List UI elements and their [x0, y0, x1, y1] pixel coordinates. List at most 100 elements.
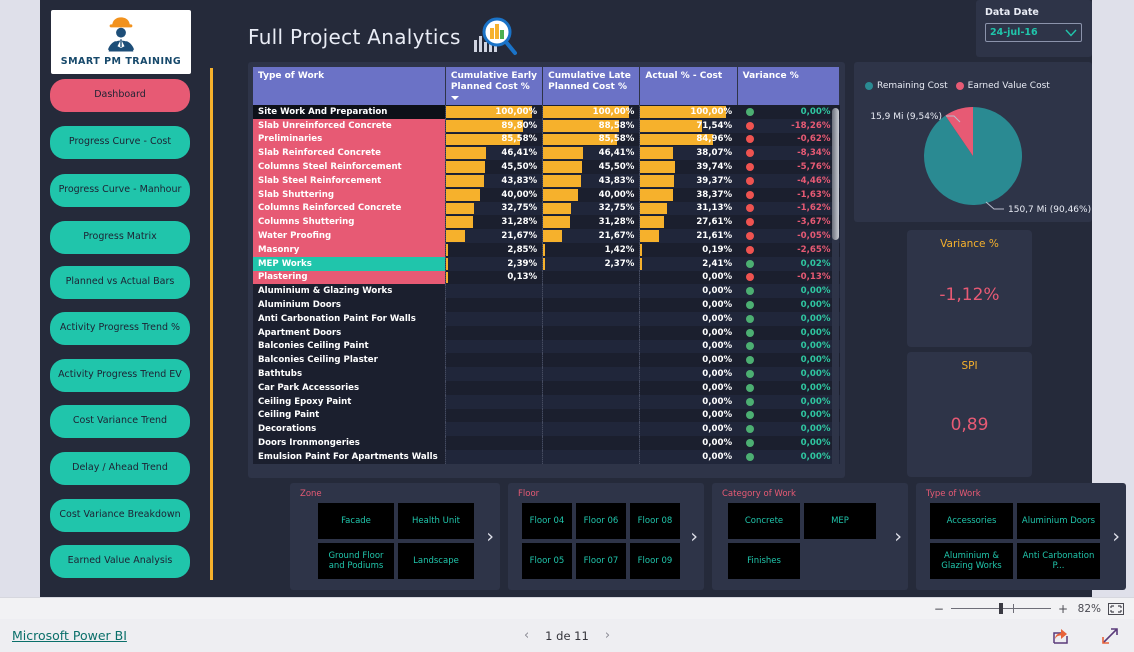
pie-legend: Remaining Cost Earned Value Cost — [865, 81, 1050, 91]
fit-to-page-icon[interactable] — [1108, 602, 1124, 615]
slicer-tile[interactable]: Finishes — [728, 543, 800, 579]
table-row[interactable]: Plastering 0,13% 0,00% -0,13% — [253, 270, 840, 285]
status-indicator-red — [746, 190, 755, 199]
data-date-dropdown[interactable]: 24-jul-16 — [985, 23, 1082, 42]
table-row[interactable]: Emulsion Paint For Apartments Walls 0,00%… — [253, 449, 840, 464]
column-header-cumulative-early[interactable]: Cumulative Early Planned Cost % — [445, 67, 544, 105]
table-row[interactable]: Columns Shuttering 31,28% 31,28% 27,61% -3,6… — [253, 215, 840, 230]
share-icon[interactable] — [1052, 627, 1072, 645]
table-row[interactable]: Columns Reinforced Concrete 32,75% 32,75% 3… — [253, 201, 840, 216]
column-header-actual-cost[interactable]: Actual % - Cost — [639, 67, 738, 105]
table-row[interactable]: Ceiling Paint 0,00% 0,00% — [253, 408, 840, 423]
sidebar-item-activity-progress-trend-ev[interactable]: Activity Progress Trend EV — [50, 359, 190, 392]
table-scrollbar-track[interactable] — [832, 108, 839, 470]
table-scrollbar-thumb[interactable] — [832, 108, 839, 240]
sidebar-item-label: Dashboard — [94, 89, 146, 101]
cell-actual-cost: 39,37% — [639, 173, 738, 188]
table-row[interactable]: Preliminaries 85,58% 85,58% 84,96% -0,62% — [253, 132, 840, 147]
table-row[interactable]: Slab Shuttering 40,00% 40,00% 38,37% -1,63% — [253, 187, 840, 202]
fullscreen-icon[interactable] — [1100, 627, 1120, 645]
zoom-out-button[interactable]: − — [934, 602, 944, 616]
chevron-right-icon[interactable]: › — [605, 628, 610, 643]
slicer-tile[interactable]: MEP — [804, 503, 876, 539]
slicer-tile[interactable]: Aluminium Doors — [1017, 503, 1100, 539]
sidebar-item-label: Delay / Ahead Trend — [72, 462, 168, 474]
slicer-tile[interactable]: Ground Floor and Podiums — [318, 543, 394, 579]
slicer-tile[interactable]: Floor 05 — [522, 543, 572, 579]
sidebar-nav: SMART PM TRAINING Dashboard Progress Curv… — [40, 0, 220, 597]
cell-actual-cost: 0,00% — [639, 284, 738, 299]
legend-item-remaining[interactable]: Remaining Cost — [865, 81, 948, 91]
table-row[interactable]: Slab Unreinforced Concrete 89,80% 88,58% 71… — [253, 118, 840, 133]
cell-cumulative-early — [444, 367, 543, 381]
cell-cumulative-early — [444, 394, 543, 409]
sidebar-item-delay-ahead-trend[interactable]: Delay / Ahead Trend — [50, 452, 190, 485]
sidebar-item-dashboard[interactable]: Dashboard — [50, 79, 190, 112]
chevron-right-icon[interactable]: › — [486, 527, 494, 546]
zoom-in-button[interactable]: + — [1058, 602, 1068, 616]
sidebar-item-cost-variance-breakdown[interactable]: Cost Variance Breakdown — [50, 499, 190, 532]
cell-value: 27,61% — [696, 217, 733, 228]
chevron-right-icon[interactable]: › — [1112, 527, 1120, 546]
chevron-right-icon[interactable]: › — [690, 527, 698, 546]
slicer-tile[interactable]: Aluminium & Glazing Works — [930, 543, 1013, 579]
slicer-tile[interactable]: Landscape — [398, 543, 474, 579]
zoom-slider-thumb[interactable] — [998, 603, 1003, 614]
sidebar-item-planned-vs-actual-bars[interactable]: Planned vs Actual Bars — [50, 266, 190, 299]
table-row[interactable]: Doors Ironmongeries 0,00% 0,00% — [253, 436, 840, 450]
sidebar-item-activity-progress-trend[interactable]: Activity Progress Trend % — [50, 312, 190, 345]
zoom-slider-track[interactable] — [950, 603, 1051, 614]
slicer-tile[interactable]: Floor 04 — [522, 503, 572, 539]
table-row[interactable]: Masonry 2,85% 1,42% 0,19% -2,65% — [253, 242, 840, 257]
cell-cumulative-early: 2,85% — [444, 242, 543, 257]
slicer-tile[interactable]: Anti Carbonation P... — [1017, 543, 1100, 579]
column-header-variance[interactable]: Variance % — [737, 67, 841, 105]
table-row[interactable]: Car Park Accessories 0,00% 0,00% — [253, 380, 840, 395]
sidebar-item-progress-curve-cost[interactable]: Progress Curve - Cost — [50, 126, 190, 159]
chevron-right-icon[interactable]: › — [894, 527, 902, 546]
table-row[interactable]: Balconies Ceiling Plaster 0,00% 0,00% — [253, 353, 840, 368]
cell-value: 31,13% — [696, 203, 733, 214]
table-row[interactable]: Anti Carbonation Paint For Walls 0,00% 0,0… — [253, 311, 840, 326]
cell-type-of-work: Doors Ironmongeries — [253, 436, 446, 450]
sidebar-item-progress-matrix[interactable]: Progress Matrix — [50, 221, 190, 254]
cell-cumulative-early: 32,75% — [444, 201, 543, 216]
legend-item-earned[interactable]: Earned Value Cost — [955, 81, 1050, 91]
status-indicator-green — [746, 439, 755, 448]
slicer-tile[interactable]: Accessories — [930, 503, 1013, 539]
chevron-left-icon[interactable]: ‹ — [524, 628, 529, 643]
slicer-tile[interactable]: Floor 09 — [630, 543, 680, 579]
table-row[interactable]: MEP Works 2,39% 2,37% 2,41% 0,02% — [253, 256, 840, 271]
cell-variance: 0,00% — [737, 325, 840, 340]
cell-actual-cost: 0,00% — [639, 325, 738, 340]
slicer-tile[interactable]: Floor 06 — [576, 503, 626, 539]
cell-value: 2,41% — [702, 258, 733, 269]
table-row[interactable]: Water Proofing 21,67% 21,67% 21,61% -0,05% — [253, 229, 840, 243]
table-row[interactable]: Aluminium Doors 0,00% 0,00% — [253, 298, 840, 312]
table-row[interactable]: Slab Steel Reinforcement 43,83% 43,83% 39,3… — [253, 173, 840, 188]
table-row[interactable]: Slab Reinforced Concrete 46,41% 46,41% 38,0… — [253, 146, 840, 161]
column-header-cumulative-late[interactable]: Cumulative Late Planned Cost % — [542, 67, 641, 105]
slicer-tile[interactable]: Concrete — [728, 503, 800, 539]
table-row[interactable]: Site Work And Preparation 100,00% 100,00% 1… — [253, 105, 840, 119]
table-row[interactable]: Aluminium & Glazing Works 0,00% 0,00% — [253, 284, 840, 299]
sidebar-item-progress-curve-manhour[interactable]: Progress Curve - Manhour — [50, 174, 190, 207]
page-navigator: ‹ 1 de 11 › — [524, 628, 610, 643]
cell-cumulative-late: 46,41% — [542, 146, 640, 161]
slicer-tile[interactable]: Facade — [318, 503, 394, 539]
kpi-card-spi: SPI 0,89 — [907, 352, 1032, 477]
table-row[interactable]: Bathtubs 0,00% 0,00% — [253, 367, 840, 381]
slicer-tile[interactable]: Floor 07 — [576, 543, 626, 579]
table-row[interactable]: Columns Steel Reinforcement 45,50% 45,50% 3… — [253, 160, 840, 174]
powerbi-brand-link[interactable]: Microsoft Power BI — [12, 628, 127, 643]
column-header-type-of-work[interactable]: Type of Work — [253, 67, 446, 105]
table-row[interactable]: Ceiling Epoxy Paint 0,00% 0,00% — [253, 394, 840, 409]
sidebar-item-earned-value-analysis[interactable]: Earned Value Analysis — [50, 545, 190, 578]
table-row[interactable]: Balconies Ceiling Paint 0,00% 0,00% — [253, 339, 840, 354]
slicer-tile[interactable]: Floor 08 — [630, 503, 680, 539]
table-row[interactable]: Decorations 0,00% 0,00% — [253, 422, 840, 437]
table-row[interactable]: Apartment Doors 0,00% 0,00% — [253, 325, 840, 340]
sidebar-item-cost-variance-trend[interactable]: Cost Variance Trend — [50, 405, 190, 438]
slicer-tile[interactable]: Health Unit — [398, 503, 474, 539]
cell-variance: 0,00% — [737, 408, 840, 423]
